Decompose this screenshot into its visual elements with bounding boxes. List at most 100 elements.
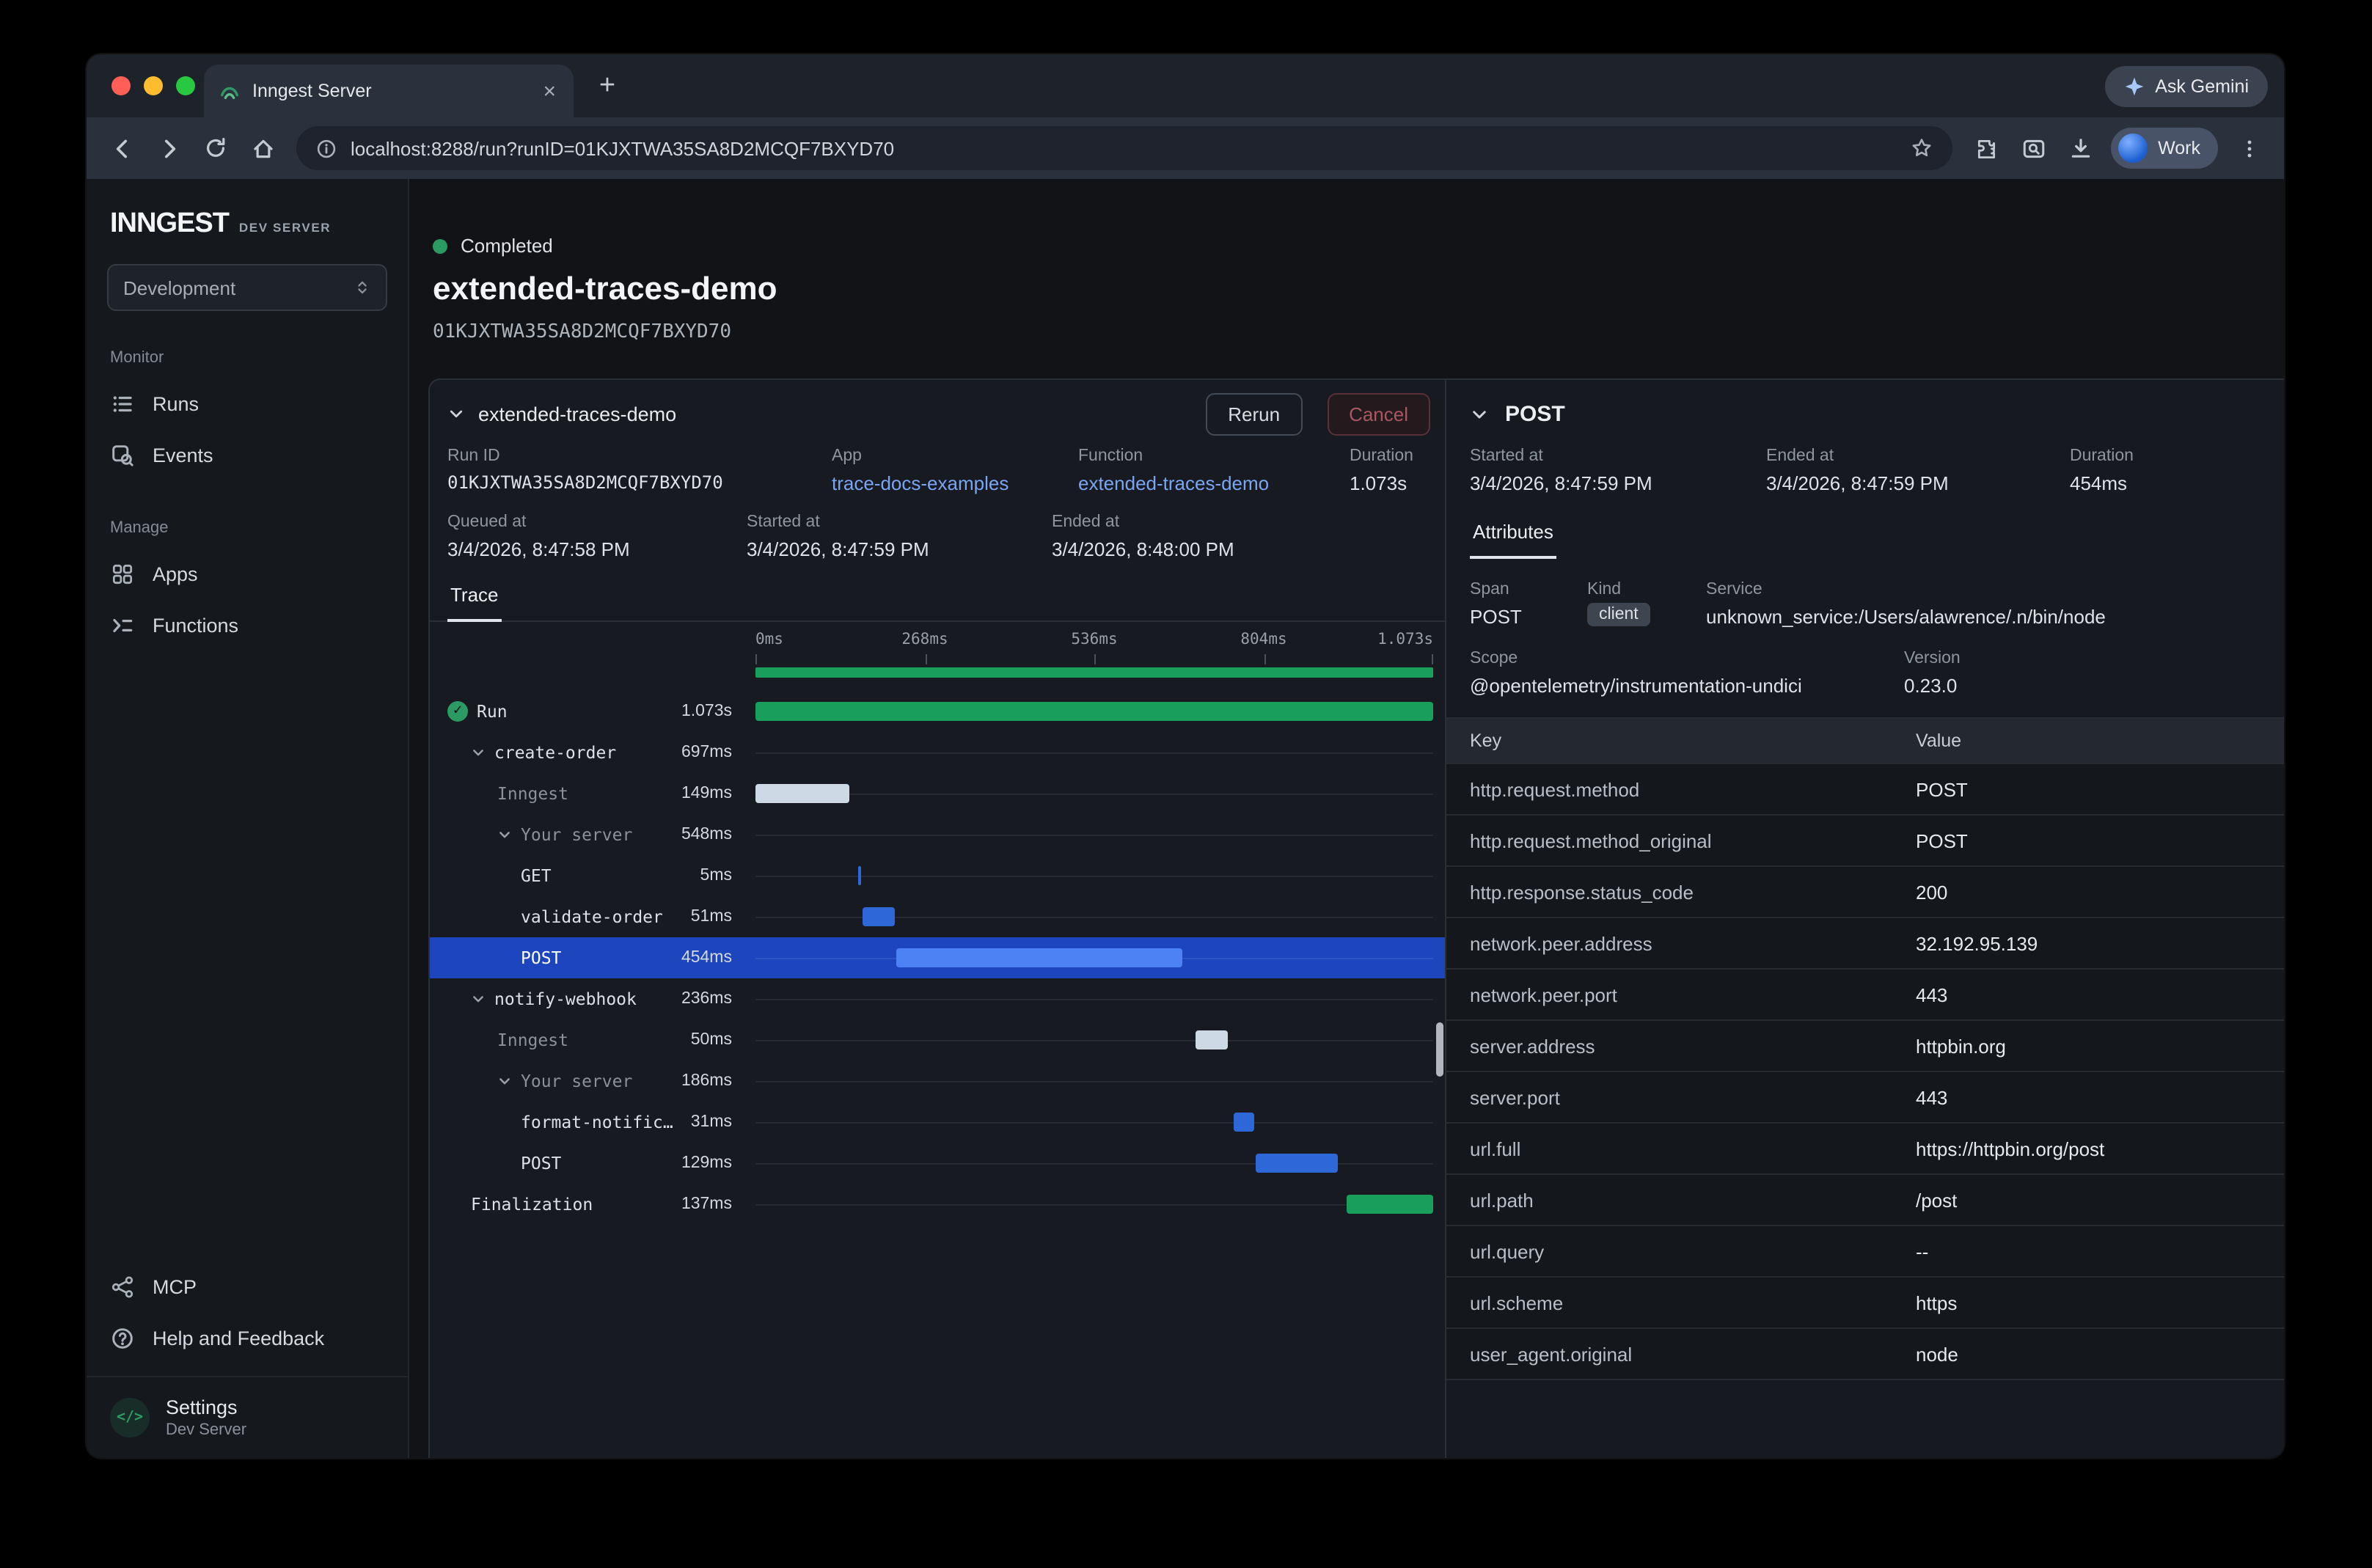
- tab-attributes[interactable]: Attributes: [1470, 515, 1556, 559]
- sidebar: INNGEST DEV SERVER Development Monitor R…: [87, 179, 409, 1458]
- attribute-row: url.query--: [1446, 1225, 2284, 1276]
- site-info-icon[interactable]: [315, 137, 337, 159]
- run-panel: extended-traces-demo Rerun Cancel Run ID…: [430, 380, 1446, 1458]
- trace-row-notify-webhook[interactable]: notify-webhook 236ms: [430, 978, 1445, 1019]
- cancel-button[interactable]: Cancel: [1327, 392, 1430, 435]
- span-name: POST: [521, 1153, 561, 1173]
- trace-row-inngest[interactable]: Inngest 50ms: [430, 1019, 1445, 1060]
- sidebar-item-functions[interactable]: Functions: [107, 600, 387, 651]
- sparkle-icon: [2124, 76, 2145, 97]
- span-duration: 149ms: [673, 785, 732, 802]
- sidebar-item-mcp[interactable]: MCP: [107, 1261, 387, 1313]
- attribute-row: http.response.status_code200: [1446, 865, 2284, 917]
- trace-row-format-notification[interactable]: format-notifica… 31ms: [430, 1102, 1445, 1143]
- extensions-icon[interactable]: [1964, 126, 2008, 170]
- timeline-track: [755, 1184, 1433, 1225]
- version-value: 0.23.0: [1904, 675, 2261, 697]
- meta-label: Function: [1078, 447, 1350, 465]
- ended-at-value: 3/4/2026, 8:48:00 PM: [1052, 538, 1427, 560]
- traffic-light-zoom[interactable]: [176, 76, 195, 95]
- address-bar[interactable]: localhost:8288/run?runID=01KJXTWA35SA8D2…: [296, 126, 1952, 170]
- service-value: unknown_service:/Users/alawrence/.n/bin/…: [1706, 606, 2261, 628]
- kind-badge: client: [1587, 603, 1650, 626]
- attribute-key: url.path: [1446, 1189, 1892, 1211]
- chevron-down-icon[interactable]: [471, 992, 486, 1006]
- trace-row-your-server[interactable]: Your server 186ms: [430, 1060, 1445, 1102]
- queued-at-value: 3/4/2026, 8:47:58 PM: [447, 538, 747, 560]
- help-label: Help and Feedback: [153, 1327, 324, 1349]
- meta-label: Queued at: [447, 513, 747, 531]
- sidebar-settings[interactable]: </> Settings Dev Server: [87, 1376, 408, 1458]
- traffic-light-minimize[interactable]: [144, 76, 163, 95]
- profile-button[interactable]: Work: [2111, 128, 2218, 169]
- attribute-row: server.addresshttpbin.org: [1446, 1019, 2284, 1071]
- trace-row-get[interactable]: GET 5ms: [430, 855, 1445, 896]
- trace-row-post-selected[interactable]: POST 454ms: [430, 937, 1445, 978]
- span-started-at: 3/4/2026, 8:47:59 PM: [1470, 472, 1766, 494]
- attribute-value: /post: [1892, 1189, 2284, 1211]
- tick-label: 536ms: [1071, 631, 1117, 648]
- span-name: Your server: [521, 1071, 632, 1091]
- span-name: Inngest: [497, 1030, 568, 1050]
- function-link[interactable]: extended-traces-demo: [1078, 472, 1350, 494]
- timeline-header: 0ms 268ms 536ms 804ms 1.073s: [430, 629, 1445, 691]
- panel-filler: [1446, 1379, 2284, 1458]
- span-bar: [755, 784, 849, 803]
- tab-close-icon[interactable]: ×: [540, 80, 559, 102]
- chevron-down-icon[interactable]: [1470, 404, 1489, 423]
- environment-selector[interactable]: Development: [107, 264, 387, 311]
- traffic-light-close[interactable]: [111, 76, 131, 95]
- app-link[interactable]: trace-docs-examples: [832, 472, 1078, 494]
- sidebar-item-help[interactable]: Help and Feedback: [107, 1313, 387, 1364]
- new-tab-button[interactable]: +: [588, 67, 626, 105]
- url-text: localhost:8288/run?runID=01KJXTWA35SA8D2…: [351, 137, 1897, 159]
- bookmark-star-icon[interactable]: [1910, 136, 1933, 160]
- span-bar: [755, 702, 1433, 721]
- run-panel-title: extended-traces-demo: [478, 403, 676, 425]
- trace-row-validate-order[interactable]: validate-order 51ms: [430, 896, 1445, 937]
- chevron-down-icon[interactable]: [471, 745, 486, 760]
- rerun-button[interactable]: Rerun: [1206, 392, 1302, 435]
- chevron-down-icon[interactable]: [447, 405, 465, 422]
- trace-row-create-order[interactable]: create-order 697ms: [430, 732, 1445, 773]
- meta-label: Service: [1706, 581, 2261, 598]
- panels: extended-traces-demo Rerun Cancel Run ID…: [428, 378, 2284, 1458]
- span-duration-value: 454ms: [2070, 472, 2261, 494]
- trace-row-run[interactable]: ✓ Run 1.073s: [430, 691, 1445, 732]
- timeline-track: [755, 773, 1433, 814]
- duration-value: 1.073s: [1350, 472, 1427, 494]
- trace-row-your-server[interactable]: Your server 548ms: [430, 814, 1445, 855]
- chevron-down-icon[interactable]: [497, 1074, 512, 1088]
- trace-row-post[interactable]: POST 129ms: [430, 1143, 1445, 1184]
- tab-trace[interactable]: Trace: [447, 578, 502, 622]
- span-details-panel: POST Started at 3/4/2026, 8:47:59 PM End…: [1446, 380, 2284, 1458]
- reload-button[interactable]: [194, 126, 238, 170]
- attribute-row: url.path/post: [1446, 1173, 2284, 1225]
- span-kind-name: POST: [1470, 606, 1587, 628]
- downloads-icon[interactable]: [2058, 126, 2102, 170]
- browser-tab[interactable]: Inngest Server ×: [204, 65, 574, 117]
- meta-label: Duration: [1350, 447, 1427, 465]
- menu-kebab-icon[interactable]: [2227, 126, 2271, 170]
- sidebar-item-events[interactable]: Events: [107, 430, 387, 481]
- chevron-down-icon[interactable]: [497, 827, 512, 842]
- span-metadata: Started at 3/4/2026, 8:47:59 PM Ended at…: [1446, 447, 2284, 494]
- forward-button[interactable]: [147, 126, 191, 170]
- home-button[interactable]: [241, 126, 285, 170]
- scrollbar-thumb[interactable]: [1436, 1022, 1443, 1077]
- trace-tree: ✓ Run 1.073s create-order 697ms: [430, 691, 1445, 1458]
- timeline-overview-bar: [755, 667, 1433, 678]
- sidebar-item-runs[interactable]: Runs: [107, 378, 387, 430]
- back-button[interactable]: [100, 126, 144, 170]
- attribute-key: server.address: [1446, 1035, 1892, 1057]
- attribute-value: node: [1892, 1343, 2284, 1365]
- trace-row-finalization[interactable]: Finalization 137ms: [430, 1184, 1445, 1225]
- sidebar-item-apps[interactable]: Apps: [107, 549, 387, 600]
- ask-gemini-button[interactable]: Ask Gemini: [2105, 66, 2268, 107]
- timeline-track: [755, 937, 1433, 978]
- search-tabs-icon[interactable]: [2011, 126, 2055, 170]
- span-ended-at: 3/4/2026, 8:47:59 PM: [1766, 472, 2070, 494]
- span-bar: [896, 948, 1182, 967]
- trace-row-inngest[interactable]: Inngest 149ms: [430, 773, 1445, 814]
- span-duration: 186ms: [673, 1072, 732, 1090]
